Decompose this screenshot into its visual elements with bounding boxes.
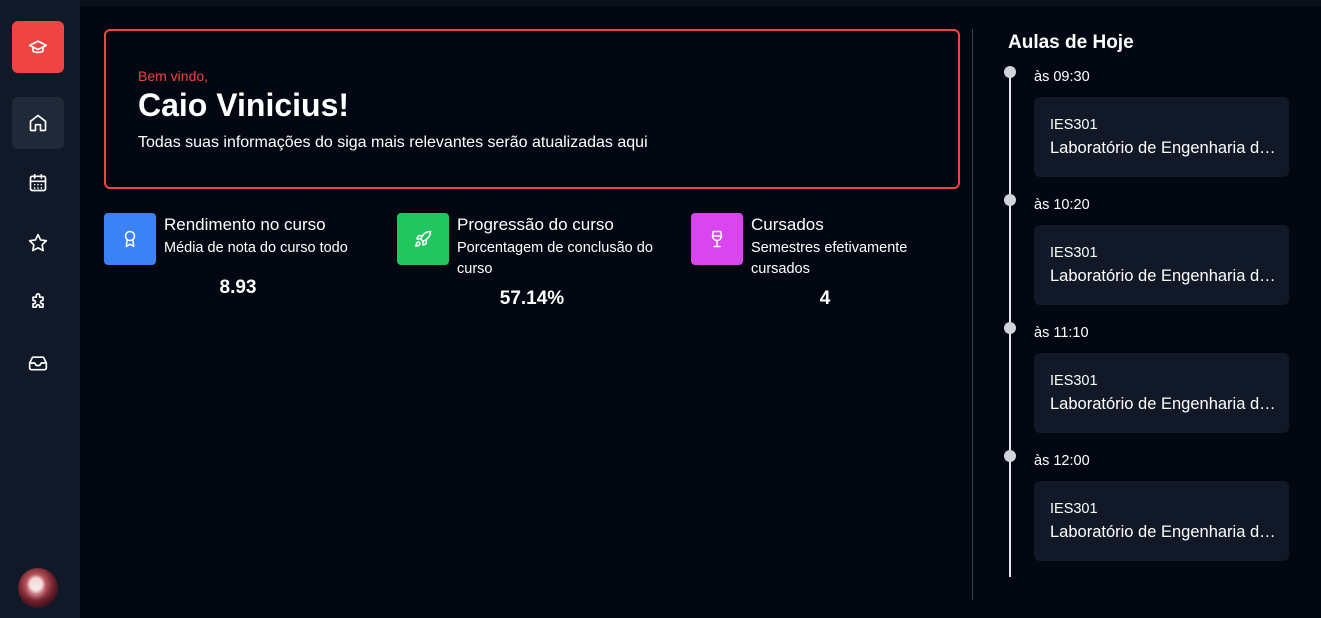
puzzle-icon xyxy=(28,293,48,313)
inbox-icon xyxy=(28,353,48,373)
stat-value: 57.14% xyxy=(499,288,565,309)
class-name: Laboratório de Engenharia de Software xyxy=(1050,395,1278,413)
timeline-dot xyxy=(1004,450,1016,462)
stat-title: Cursados xyxy=(751,215,824,234)
class-code: IES301 xyxy=(1050,501,1098,517)
panel-divider xyxy=(972,29,973,600)
sidebar-item-extensions[interactable] xyxy=(12,277,64,329)
timeline-dot xyxy=(1004,66,1016,78)
home-icon xyxy=(28,113,48,133)
today-title: Aulas de Hoje xyxy=(1008,32,1134,53)
class-code: IES301 xyxy=(1050,117,1098,133)
stat-value: 8.93 xyxy=(219,277,257,298)
class-code: IES301 xyxy=(1050,245,1098,261)
award-icon xyxy=(121,230,139,248)
class-card[interactable]: IES301 Laboratório de Engenharia de Soft… xyxy=(1034,225,1289,305)
timeline-dot xyxy=(1004,322,1016,334)
welcome-card: Bem vindo, Caio Vinicius! Todas suas inf… xyxy=(104,29,960,189)
sidebar xyxy=(0,0,80,618)
graduation-cap-icon xyxy=(28,37,48,57)
class-time: às 12:00 xyxy=(1034,453,1090,469)
sidebar-item-calendar[interactable] xyxy=(12,157,64,209)
stat-icon-box xyxy=(104,213,156,265)
star-icon xyxy=(28,233,48,253)
wine-glass-icon xyxy=(708,230,726,248)
class-code: IES301 xyxy=(1050,373,1098,389)
timeline-dot xyxy=(1004,194,1016,206)
avatar[interactable] xyxy=(18,568,58,608)
stat-description: Média de nota do curso todo xyxy=(164,240,348,256)
welcome-greeting: Bem vindo, xyxy=(138,68,209,84)
class-name: Laboratório de Engenharia de Software xyxy=(1050,523,1278,541)
top-strip xyxy=(0,0,1321,6)
class-card[interactable]: IES301 Laboratório de Engenharia de Soft… xyxy=(1034,481,1289,561)
stat-title: Progressão do curso xyxy=(457,215,614,234)
class-time: às 09:30 xyxy=(1034,69,1090,85)
calendar-icon xyxy=(28,173,48,193)
user-name: Caio Vinicius! xyxy=(138,87,350,123)
class-name: Laboratório de Engenharia de Software xyxy=(1050,139,1278,157)
welcome-description: Todas suas informações do siga mais rele… xyxy=(138,134,648,151)
sidebar-item-home[interactable] xyxy=(12,97,64,149)
stat-icon-box xyxy=(691,213,743,265)
stat-icon-box xyxy=(397,213,449,265)
logo-button[interactable] xyxy=(12,21,64,73)
rocket-icon xyxy=(414,230,432,248)
sidebar-item-favorites[interactable] xyxy=(12,217,64,269)
class-card[interactable]: IES301 Laboratório de Engenharia de Soft… xyxy=(1034,97,1289,177)
class-name: Laboratório de Engenharia de Software xyxy=(1050,267,1278,285)
stat-description: Porcentagem de conclusão do curso xyxy=(457,240,653,277)
class-card[interactable]: IES301 Laboratório de Engenharia de Soft… xyxy=(1034,353,1289,433)
class-time: às 11:10 xyxy=(1034,325,1089,341)
stat-description: Semestres efetivamente cursados xyxy=(751,240,908,277)
sidebar-item-inbox[interactable] xyxy=(12,337,64,389)
class-time: às 10:20 xyxy=(1034,197,1090,213)
stat-title: Rendimento no curso xyxy=(164,215,326,234)
stat-value: 4 xyxy=(819,288,831,309)
